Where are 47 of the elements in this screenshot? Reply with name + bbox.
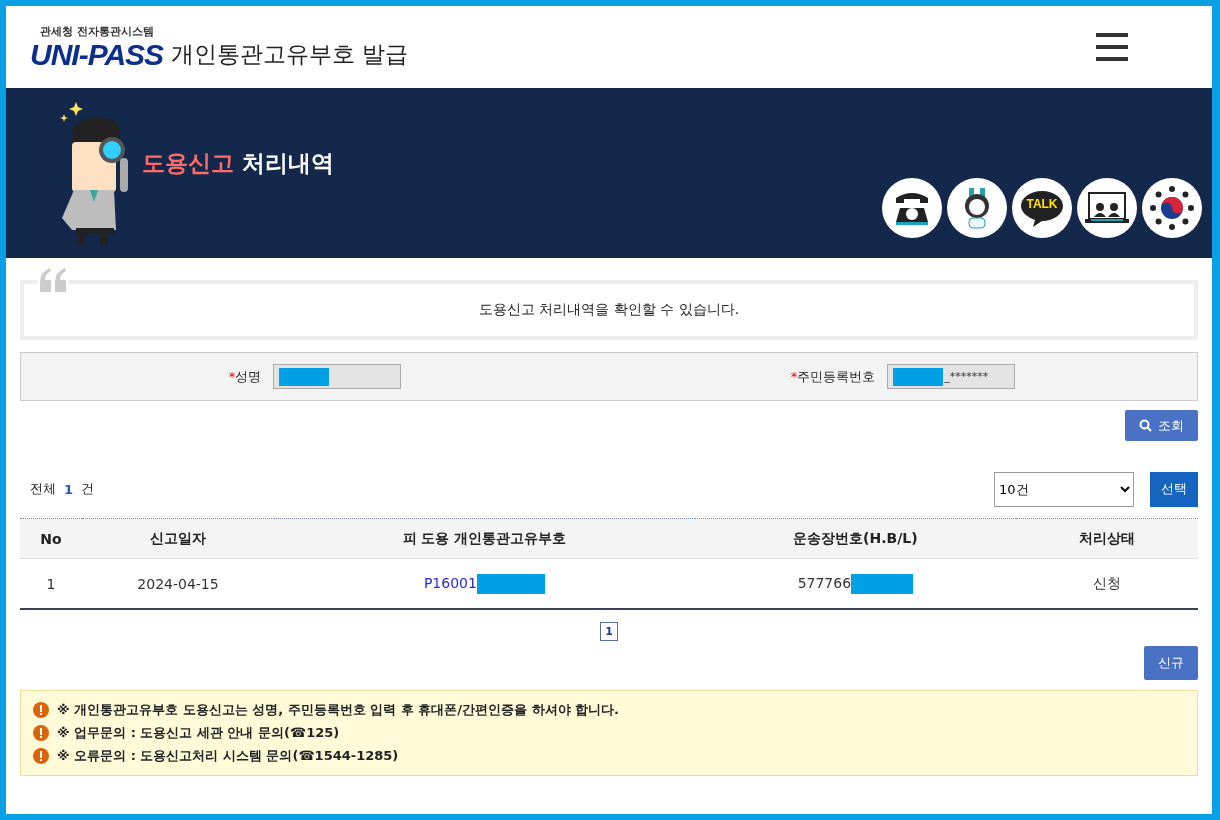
code-link[interactable]: P16001 [423,574,477,591]
total-count: 1 [64,481,74,497]
page-size-select[interactable]: 10건 [994,471,1134,507]
video-call-icon [1085,191,1129,225]
menu-icon[interactable] [1096,33,1128,61]
redaction-mark [851,573,914,594]
intro-text: 도용신고 처리내역을 확인할 수 있습니다. [478,301,740,319]
page-button[interactable]: 1 [600,622,618,641]
table-cell: 1 [46,575,56,592]
column-header: 운송장번호(H.B/L) [793,529,918,546]
column-header: 처리상태 [1079,529,1135,546]
quick-link-button[interactable] [1077,178,1137,238]
column-header: No [40,530,62,547]
column-header: 신고일자 [150,529,206,546]
table-cell: 577766 [797,574,852,591]
input-field[interactable] [273,364,402,389]
field-label: *성명 [228,367,262,386]
notice-text: ※ 개인통관고유부호 도용신고는 성명, 주민등록번호 입력 후 휴대폰/간편인증을 하셔야 합니다. [57,701,619,719]
total-label: 전체 [30,480,56,498]
column-header: 피 도용 개인통관고유부호 [402,529,567,546]
input-field[interactable]: _******* [887,364,1016,389]
table-cell: 2024-04-15 [137,575,219,592]
select-button[interactable]: 선택 [1150,471,1198,507]
notice-text: ※ 오류문의 : 도용신고처리 시스템 문의(☎1544-1285) [57,747,399,765]
table-cell: 신청 [1093,574,1121,591]
quick-link-button[interactable]: TALK [1012,178,1072,238]
quick-link-button[interactable] [882,178,942,238]
emblem-icon [1149,185,1195,231]
quick-link-button[interactable] [947,178,1007,238]
banner-title: 도용신고 처리내역 [142,148,334,178]
search-icon [1139,419,1152,432]
quick-link-button[interactable] [1142,178,1202,238]
warning-icon [33,702,49,718]
new-button[interactable]: 신규 [1144,646,1198,680]
logo-caption: 관세청 전자통관시스템 [40,23,155,39]
redaction-mark [476,573,545,594]
count-unit: 건 [81,480,95,498]
search-button[interactable]: 조회 [1125,410,1198,441]
notice-text: ※ 업무문의 : 도용신고 세관 안내 문의(☎125) [57,724,340,742]
warning-icon [33,725,49,741]
quote-icon [38,268,68,292]
talk-label: TALK [1026,197,1058,211]
logo: UNI-PASS [30,38,164,71]
warning-icon [33,748,49,764]
field-label: *주민등록번호 [790,367,876,386]
speech-bubble-icon [1019,188,1065,228]
page-title: 개인통관고유부호 발급 [171,39,409,69]
